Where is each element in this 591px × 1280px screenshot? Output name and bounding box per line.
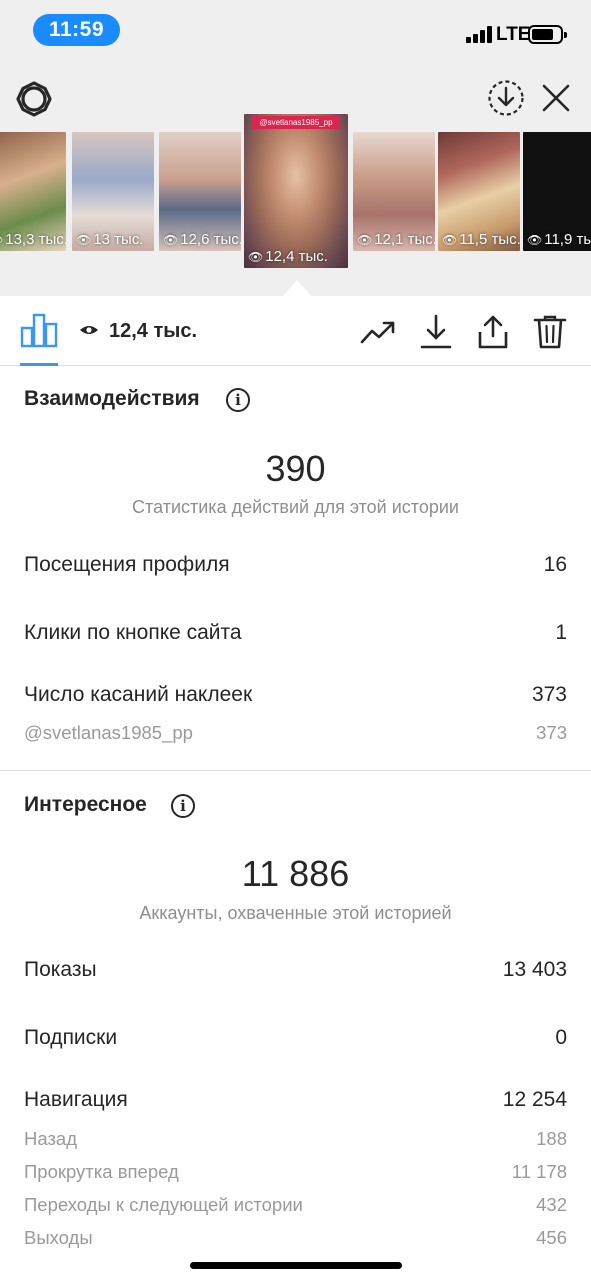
- story-mention-tag: @svetlanas1985_pp: [252, 116, 340, 129]
- discovery-caption: Аккаунты, охваченные этой историей: [139, 903, 452, 923]
- story-views: 12,4 тыс.: [265, 248, 328, 265]
- story-thumbnail[interactable]: 👁13,3 тыс.: [0, 132, 66, 251]
- story-views: 13 тыс.: [93, 231, 144, 248]
- nav-back-label: Назад: [24, 1128, 78, 1149]
- website-clicks-value: 1: [555, 621, 567, 644]
- story-thumbnail[interactable]: 👁 12,1 тыс.: [353, 132, 435, 251]
- download-circle-icon[interactable]: [486, 78, 526, 118]
- eye-icon: 👁: [248, 250, 264, 264]
- selection-pointer: [283, 280, 311, 296]
- story-thumbnail[interactable]: 👁 11,5 тыс.: [438, 132, 520, 251]
- nav-forward-label: Прокрутка вперед: [24, 1161, 179, 1182]
- network-label: LTE: [496, 24, 531, 45]
- story-views: 12,1 тыс.: [374, 231, 435, 248]
- views-count: 12,4 тыс.: [109, 320, 198, 342]
- discovery-total: 11 886: [241, 853, 350, 894]
- insights-chart-icon: [20, 313, 58, 348]
- nav-forward-value: 11 178: [511, 1161, 567, 1182]
- eye-icon: 👁: [76, 233, 92, 247]
- insights-tab[interactable]: [20, 312, 58, 366]
- story-thumbnail[interactable]: 👁 12,6 тыс.: [159, 132, 241, 251]
- trash-icon: [533, 315, 567, 349]
- download-button[interactable]: [418, 314, 454, 350]
- profile-visits-value: 16: [543, 553, 567, 576]
- gear-icon[interactable]: [15, 80, 53, 118]
- active-tab-indicator: [20, 363, 58, 366]
- home-indicator[interactable]: [190, 1262, 402, 1269]
- status-bar: 11:59 LTE: [0, 0, 591, 62]
- interactions-total: 390: [265, 448, 326, 489]
- close-icon[interactable]: [540, 82, 572, 114]
- nav-next-story-label: Переходы к следующей истории: [24, 1194, 303, 1215]
- section-divider: [0, 770, 591, 771]
- navigation-label: Навигация: [24, 1088, 128, 1111]
- download-icon: [420, 314, 452, 349]
- sticker-taps-value: 373: [531, 683, 567, 706]
- eye-icon: [80, 326, 98, 334]
- battery-icon: [528, 25, 567, 44]
- story-views: 13,3 тыс.: [5, 231, 66, 248]
- nav-exits-label: Выходы: [24, 1227, 93, 1248]
- interactions-caption: Статистика действий для этой истории: [132, 497, 459, 517]
- story-thumbnail[interactable]: 👁 13 тыс.: [72, 132, 154, 251]
- eye-icon: 👁: [163, 233, 179, 247]
- follows-label: Подписки: [24, 1026, 118, 1049]
- profile-visits-label: Посещения профиля: [24, 553, 230, 576]
- sticker-mention-value: 373: [536, 722, 567, 743]
- discovery-title: Интересное: [24, 793, 147, 816]
- info-icon[interactable]: i: [171, 794, 195, 818]
- share-button[interactable]: [475, 314, 511, 350]
- impressions-value: 13 403: [502, 958, 567, 981]
- eye-icon: 👁: [527, 233, 543, 247]
- info-icon[interactable]: i: [226, 388, 250, 412]
- nav-exits-value: 456: [536, 1227, 567, 1248]
- story-image: [244, 114, 348, 268]
- story-views: 12,6 тыс.: [180, 231, 241, 248]
- trend-icon: [360, 321, 395, 344]
- story-views: 11,9 тыс.: [544, 231, 591, 248]
- story-thumbnails: 👁13,3 тыс. 👁13 тыс. 👁12,6 тыс. @svetlana…: [0, 114, 591, 274]
- impressions-label: Показы: [24, 958, 97, 981]
- eye-icon: 👁: [442, 233, 458, 247]
- sticker-mention-label[interactable]: @svetlanas1985_pp: [24, 722, 193, 744]
- story-views: 11,5 тыс.: [459, 231, 520, 248]
- signal-icon: [466, 26, 494, 43]
- nav-back-value: 188: [536, 1128, 567, 1149]
- sticker-taps-label: Число касаний наклеек: [24, 683, 253, 706]
- website-clicks-label: Клики по кнопке сайта: [24, 621, 242, 644]
- story-preview-panel: 👁13,3 тыс. 👁13 тыс. 👁12,6 тыс. @svetlana…: [0, 62, 591, 296]
- interactions-title: Взаимодействия: [24, 387, 200, 410]
- nav-next-story-value: 432: [536, 1194, 567, 1215]
- status-time: 11:59: [33, 14, 120, 46]
- navigation-value: 12 254: [502, 1088, 567, 1111]
- follows-value: 0: [555, 1026, 567, 1049]
- story-thumbnail-active[interactable]: @svetlanas1985_pp 👁 12,4 тыс.: [244, 114, 348, 268]
- story-thumbnail[interactable]: 👁11,9 тыс.: [523, 132, 591, 251]
- trend-button[interactable]: [360, 314, 396, 350]
- eye-icon: 👁: [0, 233, 3, 247]
- insights-toolbar: 12,4 тыс.: [0, 296, 591, 366]
- delete-button[interactable]: [532, 314, 568, 350]
- eye-icon: 👁: [357, 233, 373, 247]
- share-icon: [478, 315, 508, 349]
